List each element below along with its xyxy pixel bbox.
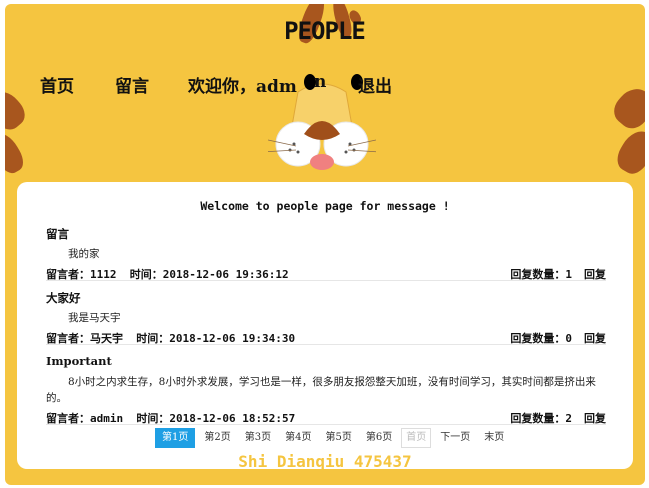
- message-meta: 留言者：admin 时间：2018-12-06 18:52:57 回复数量：2 回…: [46, 410, 606, 425]
- message-author-time: 留言者：马天宇 时间：2018-12-06 19:34:30: [46, 330, 295, 346]
- post-time: 2018-12-06 19:34:30: [169, 332, 296, 345]
- welcome-heading: Welcome to people page for message !: [200, 199, 450, 213]
- message-reply-info: 回复数量：0 回复: [510, 330, 606, 346]
- reply-link[interactable]: 回复: [584, 412, 606, 425]
- author-label: 留言者：: [46, 332, 90, 345]
- author-label: 留言者：: [46, 412, 90, 425]
- reply-count-label: 回复数量：: [510, 268, 566, 281]
- reply-link[interactable]: 回复: [584, 268, 606, 281]
- reply-count-label: 回复数量：: [510, 332, 566, 345]
- post-time: 2018-12-06 18:52:57: [169, 412, 296, 425]
- message-reply-info: 回复数量：2 回复: [510, 410, 606, 426]
- author-name: admin: [90, 412, 124, 425]
- page-link-3[interactable]: 第3页: [240, 428, 276, 448]
- page-link-2[interactable]: 第2页: [199, 428, 235, 448]
- reply-count: 0: [565, 332, 572, 345]
- author-label: 留言者：: [46, 268, 90, 281]
- nav-guestbook-link[interactable]: 留言: [115, 72, 149, 97]
- message-title: Important: [46, 354, 112, 368]
- first-page-button[interactable]: 首页: [401, 428, 432, 448]
- time-label: 时间：: [136, 412, 170, 425]
- message-meta: 留言者：1112 时间：2018-12-06 19:36:12 回复数量：1 回复: [46, 266, 606, 281]
- message-author-time: 留言者：admin 时间：2018-12-06 18:52:57: [46, 410, 295, 426]
- message-author-time: 留言者：1112 时间：2018-12-06 19:36:12: [46, 266, 289, 282]
- author-name: 马天宇: [90, 332, 123, 345]
- post-time: 2018-12-06 19:36:12: [162, 268, 289, 281]
- reply-count: 1: [565, 268, 572, 281]
- nav-home-link[interactable]: 首页: [40, 72, 74, 97]
- author-name: 1112: [90, 268, 117, 281]
- message-content: 我是马天宇: [68, 312, 121, 324]
- message-reply-info: 回复数量：1 回复: [510, 266, 606, 282]
- page-link-1[interactable]: 第1页: [155, 428, 196, 448]
- tiger-stripe: [612, 125, 645, 179]
- footer-credit: Shi Dianqiu 475437: [238, 452, 412, 471]
- site-title: PEOPLE: [284, 17, 366, 45]
- pagination: 第1页 第2页 第3页 第4页 第5页 第6页 首页 下一页 末页: [155, 428, 513, 448]
- next-page-button[interactable]: 下一页: [435, 428, 475, 448]
- welcome-user-tail: n: [314, 72, 327, 92]
- last-page-button[interactable]: 末页: [479, 428, 509, 448]
- page-link-6[interactable]: 第6页: [361, 428, 397, 448]
- message-title: 大家好: [46, 291, 81, 305]
- page-link-4[interactable]: 第4页: [280, 428, 316, 448]
- message-meta: 留言者：马天宇 时间：2018-12-06 19:34:30 回复数量：0 回复: [46, 330, 606, 345]
- message-panel: Welcome to people page for message ! 留言 …: [17, 182, 633, 471]
- tiger-stripe: [5, 128, 28, 178]
- logout-link[interactable]: 退出: [358, 72, 392, 97]
- message-title: 留言: [46, 227, 69, 241]
- page-link-5[interactable]: 第5页: [321, 428, 357, 448]
- reply-link[interactable]: 回复: [584, 332, 606, 345]
- message-content: 我的家: [68, 248, 100, 260]
- time-label: 时间：: [129, 268, 163, 281]
- reply-count: 2: [565, 412, 572, 425]
- message-content: 8小时之内求生存，8小时外求发展，学习也是一样，很多朋友报怨整天加班，没有时间学…: [46, 376, 596, 404]
- reply-count-label: 回复数量：: [510, 412, 566, 425]
- time-label: 时间：: [136, 332, 170, 345]
- tiger-stripe: [608, 81, 645, 135]
- tiger-stripe: [5, 85, 31, 135]
- welcome-user-text: 欢迎你，adm: [188, 77, 297, 97]
